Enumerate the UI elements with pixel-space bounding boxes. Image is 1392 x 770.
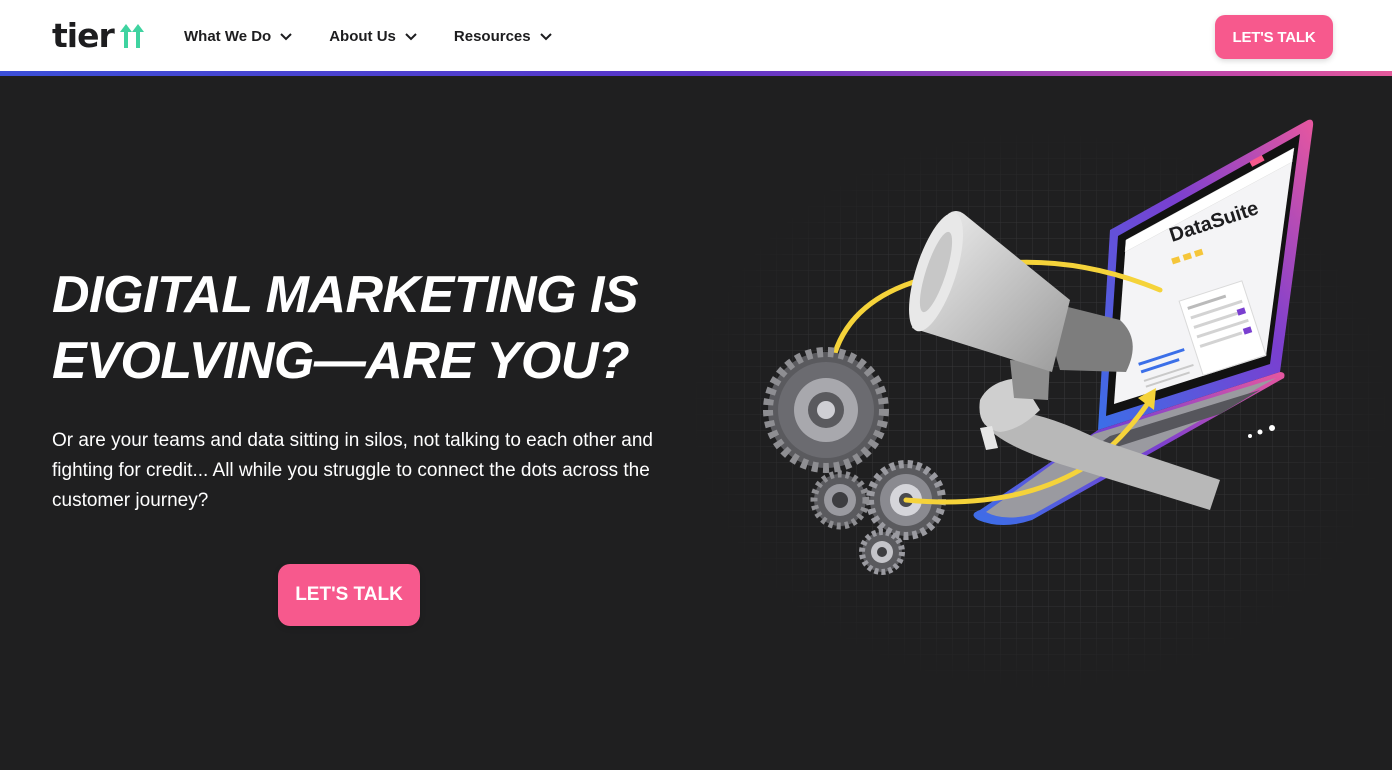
logo[interactable]: tier: [52, 18, 148, 54]
hero-lets-talk-button[interactable]: LET'S TALK: [278, 564, 420, 626]
hero-subtitle: Or are your teams and data sitting in si…: [52, 430, 653, 511]
hero-title: DIGITAL MARKETING IS EVOLVING—ARE YOU?: [52, 262, 692, 394]
gear-icon: [763, 347, 889, 473]
header-lets-talk-button[interactable]: LET'S TALK: [1215, 15, 1333, 59]
chevron-down-icon: [539, 33, 552, 41]
gear-icon: [859, 529, 905, 575]
logo-arrows-icon: [119, 24, 144, 48]
hero-title-line-2: EVOLVING—ARE YOU?: [52, 332, 630, 390]
nav-item-about-us[interactable]: About Us: [329, 28, 418, 45]
nav-item-label: Resources: [453, 27, 531, 45]
site-header: tier What We Do About Us Resources LET'S…: [0, 0, 1392, 71]
hero-title-line-1: DIGITAL MARKETING IS: [52, 266, 639, 324]
hero-illustration: DataSuite: [690, 119, 1390, 690]
chevron-down-icon: [405, 33, 417, 41]
gear-icon: [810, 470, 870, 530]
nav-item-resources[interactable]: Resources: [454, 28, 553, 45]
chevron-down-icon: [280, 33, 292, 41]
logo-wordmark: tier: [52, 16, 115, 55]
nav-item-what-we-do[interactable]: What We Do: [184, 28, 293, 45]
nav-item-label: About Us: [329, 27, 396, 45]
nav-item-label: What We Do: [184, 27, 272, 45]
main-nav: What We Do About Us Resources: [184, 24, 553, 48]
